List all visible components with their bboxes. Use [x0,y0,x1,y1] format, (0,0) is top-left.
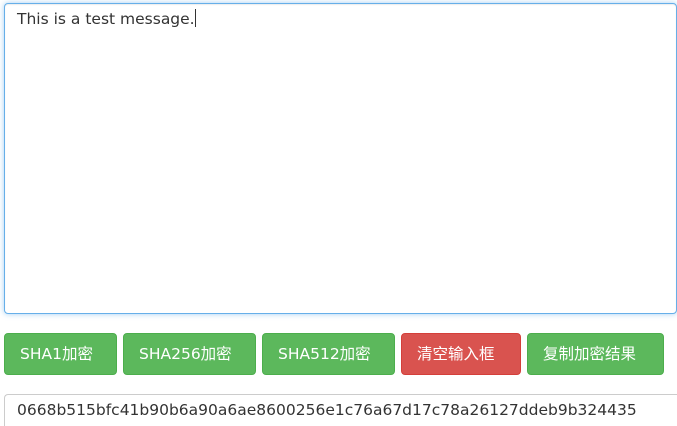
hash-tool-page: This is a test message. SHA1加密 SHA256加密 … [0,0,677,426]
message-input[interactable]: This is a test message. [4,3,677,314]
sha512-encrypt-button[interactable]: SHA512加密 [262,333,395,375]
hash-result-field[interactable]: 0668b515bfc41b90b6a90a6ae8600256e1c76a67… [4,394,677,426]
clear-input-button[interactable]: 清空输入框 [401,333,521,375]
message-input-text: This is a test message. [17,10,195,28]
action-button-row: SHA1加密 SHA256加密 SHA512加密 清空输入框 复制加密结果 [4,333,664,375]
copy-result-button[interactable]: 复制加密结果 [527,333,664,375]
sha256-encrypt-button[interactable]: SHA256加密 [123,333,256,375]
hash-result-text: 0668b515bfc41b90b6a90a6ae8600256e1c76a67… [17,401,637,419]
text-caret [194,9,196,27]
sha1-encrypt-button[interactable]: SHA1加密 [4,333,117,375]
